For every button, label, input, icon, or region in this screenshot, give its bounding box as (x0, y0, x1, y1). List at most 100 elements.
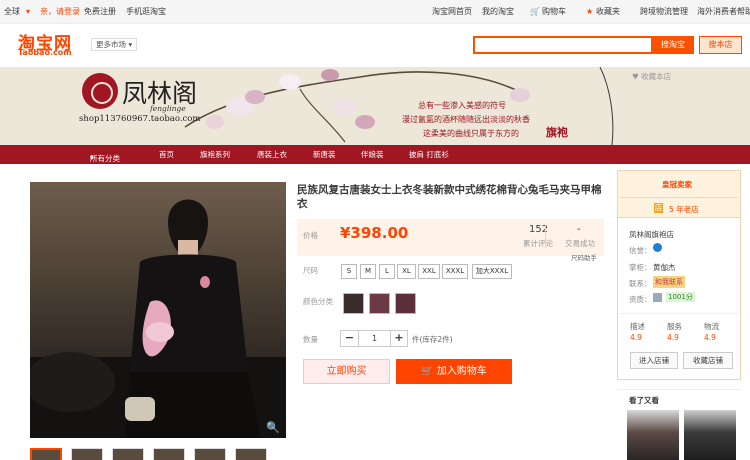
register-link[interactable]: 免费注册 (84, 7, 116, 17)
nav-tang-tops[interactable]: 唐装上衣 (257, 149, 287, 160)
size-option-l[interactable]: L (379, 264, 395, 279)
search-taobao-button[interactable]: 搜淘宝 (652, 36, 694, 54)
chevron-down-icon: ▾ (90, 153, 94, 162)
add-to-cart-button[interactable]: 🛒 加入购物车 (396, 359, 512, 384)
chevron-down-icon: ▾ (128, 40, 133, 49)
taobao-home-link[interactable]: 淘宝网首页 (432, 7, 472, 17)
service-score: 4.9 (667, 333, 679, 342)
quantity-label: 数量 (303, 335, 318, 344)
favorites-link[interactable]: 收藏夹 (596, 7, 620, 17)
buy-now-button[interactable]: 立即购买 (303, 359, 390, 384)
shipping-score: 4.9 (704, 333, 716, 342)
banner-text-qipao: 旗袍 (546, 126, 568, 139)
crossborder-link[interactable]: 跨境物流管理 (640, 7, 688, 17)
credit-icon (653, 243, 662, 252)
sales-label: 交易成功 (565, 239, 595, 248)
seller-shop-name[interactable]: 凤林阁旗袍店 (629, 229, 674, 240)
thumbnail-2[interactable] (71, 448, 103, 460)
taobao-logo-en: Taobao.com (18, 48, 72, 57)
more-markets-label: 更多市场 (96, 40, 126, 49)
plus-button[interactable]: + (390, 331, 407, 346)
desc-label: 描述 (630, 322, 645, 331)
nav-home[interactable]: 首页 (159, 149, 174, 160)
product-title: 民族风复古唐装女士上衣冬装新款中式绣花棉背心兔毛马夹马甲棉衣 (297, 184, 602, 210)
nav-shawls[interactable]: 披肩 打底衫 (409, 149, 449, 160)
product-price: ¥398.00 (340, 224, 409, 242)
mobile-taobao-link[interactable]: 手机逛淘宝 (126, 7, 166, 17)
shipping-label: 物流 (704, 322, 719, 331)
stock-text: 件(库存2件) (412, 335, 453, 344)
heart-icon: ♥ (632, 72, 639, 81)
minus-button[interactable]: − (341, 331, 359, 346)
size-option-m[interactable]: M (360, 264, 376, 279)
search-store-button[interactable]: 搜本店 (699, 36, 742, 54)
favorite-store-link[interactable]: ♥ 收藏本店 (632, 71, 671, 82)
service-label: 服务 (667, 322, 682, 331)
stats-divider (545, 224, 546, 248)
size-option-xxl[interactable]: XXL (418, 264, 440, 279)
size-option-plus-xxxl[interactable]: 加大XXXL (472, 264, 512, 279)
shop-seal-logo (82, 73, 118, 109)
quantity-stepper: − 1 + (340, 330, 408, 347)
qualification-label: 资质： (629, 295, 652, 304)
favorite-store-label: 收藏本店 (641, 72, 672, 81)
contact-label: 联系： (629, 279, 652, 288)
enter-store-button[interactable]: 进入店铺 (630, 352, 678, 369)
thumbnail-1[interactable] (30, 448, 62, 460)
contact-seller-button[interactable]: 和我联系 (653, 276, 685, 288)
reviews-label[interactable]: 累计评论 (523, 238, 553, 249)
model-figure-illustration (30, 199, 286, 438)
thumbnail-6[interactable] (235, 448, 267, 460)
thumbnail-4[interactable] (153, 448, 185, 460)
price-label: 价格 (303, 231, 318, 240)
seen-also-item-2[interactable] (684, 410, 736, 460)
region-select[interactable]: 全球 (4, 7, 20, 17)
size-option-xxxl[interactable]: XXXL (442, 264, 468, 279)
nav-new-tang[interactable]: 新唐装 (313, 149, 336, 160)
product-main-image[interactable]: 🔍 (30, 182, 286, 438)
credit-label: 信誉： (629, 246, 652, 255)
overseas-help-link[interactable]: 海外消费者帮助 (697, 7, 750, 17)
favorite-store-button[interactable]: 收藏店铺 (683, 352, 733, 369)
my-taobao-link[interactable]: 我的淘宝 (482, 7, 514, 17)
nav-bridesmaid[interactable]: 伴娘装 (361, 149, 384, 160)
banner-text-line2: 漫过氤氲的酒杯随随远出淡淡的秋香 (402, 115, 530, 124)
color-option-3[interactable] (395, 293, 416, 314)
banner-text-line3: 这柔美的曲线只属于东方的 (423, 129, 519, 138)
banner-text-line1: 总有一些渗入美感的符号 (418, 101, 506, 110)
login-link[interactable]: 亲，请登录 (40, 7, 80, 17)
keeper-label: 掌柜： (629, 263, 652, 272)
shop-age-icon: 店 (654, 203, 663, 213)
thumbnail-5[interactable] (194, 448, 226, 460)
color-option-2[interactable] (369, 293, 390, 314)
shop-nav-bar: 所有分类 ▾ 首页 旗袍系列 唐装上衣 新唐装 伴娘装 披肩 打底衫 (0, 145, 750, 164)
thumbnail-3[interactable] (112, 448, 144, 460)
keeper-name[interactable]: 黄伽杰 (653, 262, 676, 273)
sales-count: - (577, 224, 581, 235)
more-markets-select[interactable]: 更多市场 ▾ (91, 38, 138, 51)
nav-qipao-series[interactable]: 旗袍系列 (200, 149, 230, 160)
search-input[interactable] (473, 36, 653, 54)
qualification-score: 1001分 (666, 292, 695, 302)
size-guide-link[interactable]: 尺码助手 (571, 252, 597, 262)
shop-url: shop113760967.taobao.com (79, 114, 201, 124)
cart-link[interactable]: 购物车 (542, 7, 566, 17)
seen-also-item-1[interactable] (627, 410, 679, 460)
color-label: 颜色分类 (303, 297, 333, 306)
nav-all-categories-label: 所有分类 (90, 154, 120, 163)
size-label: 尺码 (303, 266, 318, 275)
seller-divider (620, 313, 738, 314)
region-chevron-icon[interactable]: ▾ (26, 7, 30, 17)
zoom-icon[interactable]: 🔍 (266, 421, 280, 434)
cart-icon[interactable]: 🛒 (530, 7, 540, 17)
size-option-xl[interactable]: XL (397, 264, 416, 279)
desc-score: 4.9 (630, 333, 642, 342)
size-option-s[interactable]: S (341, 264, 357, 279)
star-icon[interactable]: ★ (586, 7, 593, 17)
crown-seller-badge: 皇冠卖家 (662, 180, 692, 189)
header-divider (620, 197, 738, 198)
color-option-1[interactable] (343, 293, 364, 314)
quantity-input[interactable]: 1 (359, 331, 390, 346)
shop-age: 5 年老店 (669, 205, 699, 214)
seen-also-title: 看了又看 (629, 396, 659, 405)
